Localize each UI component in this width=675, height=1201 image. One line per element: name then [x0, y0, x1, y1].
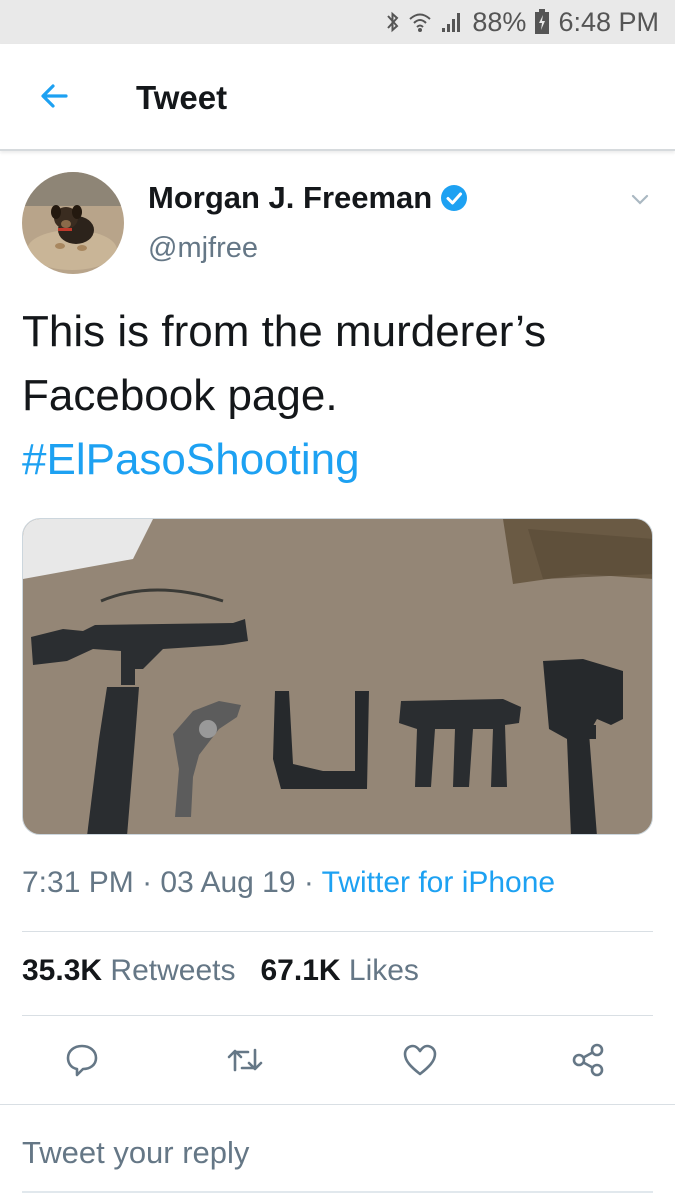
like-button[interactable]	[390, 1032, 450, 1092]
meta-separator: ·	[295, 866, 322, 899]
avatar[interactable]	[22, 172, 124, 274]
tweet-time: 7:31 PM	[22, 866, 134, 899]
share-button[interactable]	[558, 1032, 618, 1092]
retweet-button[interactable]	[215, 1032, 275, 1092]
tweet-text: This is from the murderer’s Facebook pag…	[22, 300, 642, 492]
back-button[interactable]	[30, 74, 78, 122]
likes-count: 67.1K	[260, 954, 341, 987]
reply-bar: Tweet your reply	[0, 1104, 675, 1201]
likes-stat[interactable]: 67.1K Likes	[260, 954, 418, 987]
bluetooth-icon	[386, 10, 400, 34]
divider	[22, 1015, 653, 1016]
app-bar: Tweet	[0, 44, 675, 151]
tweet-menu-button[interactable]	[624, 186, 656, 218]
retweets-count: 35.3K	[22, 954, 103, 987]
signal-icon	[440, 10, 464, 34]
reply-button[interactable]	[52, 1032, 112, 1092]
tweet-source-link[interactable]: Twitter for iPhone	[322, 866, 555, 899]
heart-icon	[401, 1042, 439, 1083]
retweets-stat[interactable]: 35.3K Retweets	[22, 954, 235, 987]
reply-input-underline	[22, 1191, 653, 1193]
battery-percent: 88%	[472, 6, 527, 37]
chevron-down-icon	[630, 193, 650, 212]
status-bar: 88% 6:48 PM	[0, 0, 675, 44]
tweet-date: 03 Aug 19	[160, 866, 296, 899]
wifi-icon	[408, 10, 432, 34]
author-name-text: Morgan J. Freeman	[148, 180, 433, 215]
tweet-text-line1: This is from the murderer’s	[22, 307, 547, 356]
reply-icon	[64, 1042, 100, 1083]
verified-badge-icon	[440, 184, 468, 212]
hashtag-link[interactable]: #ElPasoShooting	[22, 428, 642, 492]
author-name[interactable]: Morgan J. Freeman	[148, 180, 468, 216]
reply-input[interactable]: Tweet your reply	[22, 1135, 249, 1171]
tweet-stats: 35.3K Retweets 67.1K Likes	[22, 954, 419, 988]
retweets-label: Retweets	[110, 954, 236, 987]
back-arrow-icon	[38, 80, 70, 117]
divider	[22, 931, 653, 932]
share-icon	[570, 1042, 606, 1083]
likes-label: Likes	[348, 954, 419, 987]
tweet-actions	[0, 1032, 675, 1092]
battery-charging-icon	[534, 9, 550, 35]
meta-separator: ·	[133, 866, 161, 899]
tweet-meta: 7:31 PM · 03 Aug 19 · Twitter for iPhone	[22, 866, 555, 900]
status-time: 6:48 PM	[558, 6, 659, 37]
page-title: Tweet	[136, 79, 228, 116]
tweet-text-line2: Facebook page.	[22, 371, 338, 420]
retweet-icon	[226, 1042, 264, 1083]
tweet-photo[interactable]	[22, 518, 653, 835]
author-handle[interactable]: @mjfree	[148, 232, 258, 265]
